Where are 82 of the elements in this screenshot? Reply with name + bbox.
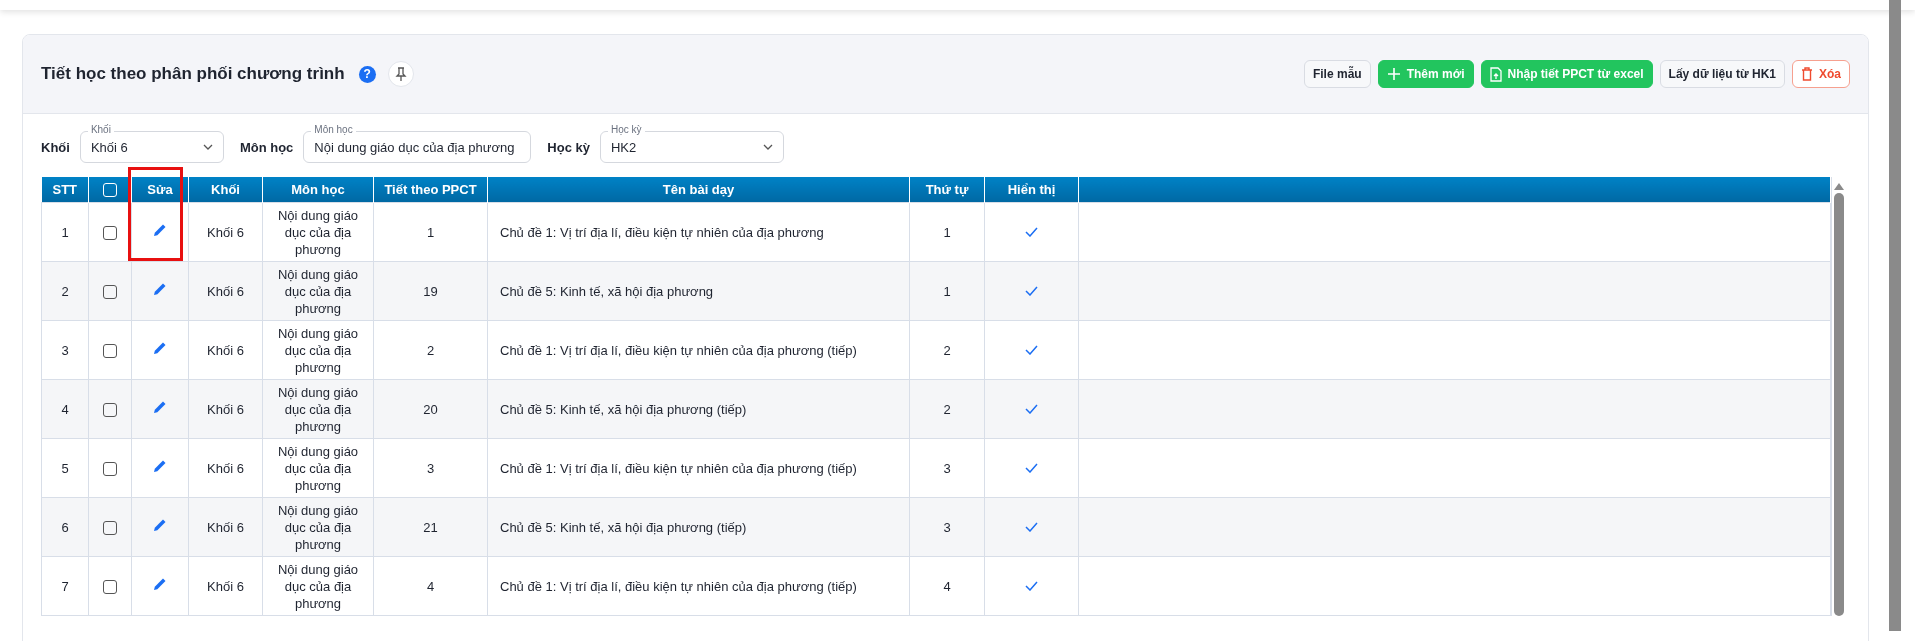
pin-button[interactable] — [387, 61, 414, 87]
row-checkbox[interactable] — [103, 285, 117, 300]
table-cell: 4 — [943, 578, 951, 594]
filter-label: Học kỳ — [547, 139, 590, 155]
select-all-checkbox[interactable] — [103, 183, 117, 198]
table-cell: 21 — [423, 519, 438, 535]
file-upload-icon — [1489, 66, 1502, 82]
table-cell: 2 — [61, 283, 69, 299]
filter-label: Khối — [41, 139, 70, 155]
table-cell: 19 — [423, 283, 438, 299]
row-checkbox[interactable] — [103, 462, 117, 477]
pencil-icon[interactable] — [153, 518, 167, 532]
table-cell: Chủ đề 5: Kinh tế, xã hội địa phương (tiếp) — [500, 401, 747, 417]
chevron-down-icon — [762, 144, 773, 150]
field-label: Học kỳ — [607, 124, 645, 136]
table-cell: Nội dung giáo dục của địa phương — [277, 207, 359, 257]
field-label: Môn học — [311, 124, 356, 136]
table-cell: 3 — [61, 342, 69, 358]
pencil-icon[interactable] — [153, 459, 167, 473]
table-cell: Chủ đề 1: Vị trí địa lí, điều kiện tự nhiên của địa phương (tiếp) — [500, 578, 857, 594]
pencil-icon[interactable] — [153, 341, 167, 355]
pencil-icon[interactable] — [153, 400, 167, 414]
table-cell: 3 — [943, 519, 951, 535]
table-cell: Nội dung giáo dục của địa phương — [277, 266, 359, 316]
table-cell: 6 — [61, 519, 69, 535]
pencil-icon[interactable] — [153, 577, 167, 591]
pin-icon — [394, 67, 407, 81]
table-cell: Khối 6 — [207, 283, 244, 299]
delete-button[interactable]: Xóa — [1792, 60, 1850, 88]
filter-label: Môn học — [239, 139, 294, 155]
table-cell: Chủ đề 1: Vị trí địa lí, điều kiện tự nhiên của địa phương (tiếp) — [500, 460, 857, 476]
table-cell: 7 — [61, 578, 69, 594]
table-cell: Khối 6 — [207, 224, 244, 240]
row-checkbox[interactable] — [103, 344, 117, 359]
field-label: Khối — [87, 124, 114, 136]
table-cell: Chủ đề 5: Kinh tế, xã hội địa phương (tiếp) — [500, 519, 747, 535]
table-cell: Nội dung giáo dục của địa phương — [277, 502, 359, 552]
pencil-icon[interactable] — [153, 223, 167, 237]
table-cell: 1 — [426, 224, 435, 240]
row-checkbox[interactable] — [103, 521, 117, 536]
row-checkbox[interactable] — [103, 580, 117, 595]
pencil-icon[interactable] — [153, 282, 167, 296]
table-cell: 2 — [943, 401, 951, 417]
help-icon[interactable]: ? — [358, 65, 376, 83]
table-cell: Chủ đề 1: Vị trí địa lí, điều kiện tự nhiên của địa phương (tiếp) — [500, 342, 857, 358]
dropdown-field[interactable]: Môn học Nội dung giáo dục của địa phương — [303, 124, 532, 163]
table-cell: 1 — [943, 283, 951, 299]
column-header[interactable]: Tên bài dạy — [662, 182, 735, 197]
row-checkbox[interactable] — [103, 403, 117, 418]
table-cell: Khối 6 — [207, 342, 244, 358]
action-button[interactable]: File mẫu — [1303, 60, 1371, 88]
table-cell: 3 — [943, 460, 951, 476]
action-button[interactable]: Lấy dữ liệu từ HK1 — [1659, 60, 1785, 88]
table-scrollbar[interactable] — [1831, 177, 1846, 616]
row-checkbox[interactable] — [103, 226, 117, 241]
table-cell: 2 — [426, 342, 435, 358]
table-cell: Nội dung giáo dục của địa phương — [277, 325, 359, 375]
table-cell: 20 — [423, 401, 438, 417]
table-cell: 2 — [943, 342, 951, 358]
table-cell: Chủ đề 1: Vị trí địa lí, điều kiện tự nhiên của địa phương — [500, 224, 824, 240]
page-title: Tiết học theo phân phối chương trình — [41, 64, 345, 84]
chevron-down-icon — [202, 144, 213, 150]
trash-icon — [1801, 67, 1813, 81]
table-cell: 4 — [61, 401, 69, 417]
table-cell: 1 — [943, 224, 951, 240]
table-cell: Nội dung giáo dục của địa phương — [277, 384, 359, 434]
dropdown-field[interactable]: Khối Khối 6 — [79, 124, 224, 163]
table-cell: 5 — [61, 460, 69, 476]
table-cell: Nội dung giáo dục của địa phương — [277, 561, 359, 611]
table-cell: 3 — [426, 460, 435, 476]
dropdown-field[interactable]: Học kỳ HK2 — [599, 124, 784, 163]
page-scrollbar[interactable] — [1889, 0, 1901, 631]
table-cell: Nội dung giáo dục của địa phương — [277, 443, 359, 493]
table-cell: Chủ đề 5: Kinh tế, xã hội địa phương — [500, 283, 714, 299]
table-cell: 1 — [61, 224, 69, 240]
table-cell: Khối 6 — [207, 460, 244, 476]
scroll-up-icon[interactable] — [1834, 183, 1844, 190]
table-cell: 4 — [426, 578, 435, 594]
table-cell: Khối 6 — [207, 519, 244, 535]
plus-icon — [1386, 67, 1401, 81]
table-cell: Khối 6 — [207, 578, 244, 594]
table-cell: Khối 6 — [207, 401, 244, 417]
